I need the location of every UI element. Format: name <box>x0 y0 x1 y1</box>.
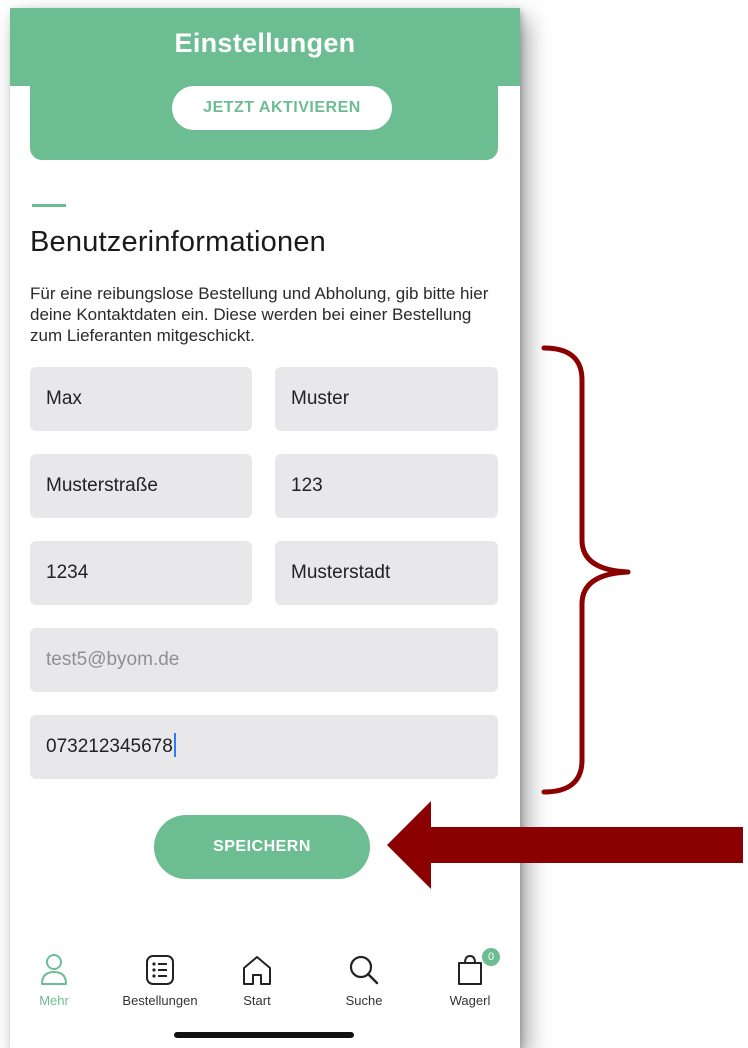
home-indicator <box>174 1032 354 1038</box>
tab-start[interactable]: Start <box>217 953 297 1023</box>
activate-button[interactable]: JETZT AKTIVIEREN <box>172 86 392 130</box>
phone-field[interactable]: 073212345678 <box>30 715 498 779</box>
tab-label-suche: Suche <box>345 993 383 1008</box>
house-number-field[interactable]: 123 <box>275 454 498 518</box>
phone-value: 073212345678 <box>46 736 173 757</box>
tab-label-start: Start <box>243 993 271 1008</box>
screenshot-stage: Einstellungen JETZT AKTIVIEREN Benutzeri… <box>0 0 748 1048</box>
promo-card: JETZT AKTIVIEREN <box>30 78 498 160</box>
city-value: Musterstadt <box>291 562 391 583</box>
person-icon <box>41 954 67 985</box>
text-cursor <box>173 732 176 757</box>
tab-wagerl[interactable]: 0 Wagerl <box>430 948 510 1023</box>
cart-count-badge: 0 <box>482 948 500 966</box>
email-field[interactable]: test5@byom.de <box>30 628 498 692</box>
section-accent-line <box>32 204 66 207</box>
annotation-arrow <box>387 801 743 889</box>
first-name-field[interactable]: Max <box>30 367 252 431</box>
home-icon <box>243 956 271 985</box>
tab-bestellungen[interactable]: Bestellungen <box>120 953 200 1023</box>
house-number-value: 123 <box>291 475 323 496</box>
list-icon <box>146 955 174 985</box>
zip-value: 1234 <box>46 562 89 583</box>
section-title: Benutzerinformationen <box>30 226 326 258</box>
tab-label-wagerl: Wagerl <box>449 993 491 1008</box>
last-name-field[interactable]: Muster <box>275 367 498 431</box>
save-button[interactable]: SPEICHERN <box>154 815 370 879</box>
first-name-value: Max <box>46 388 82 409</box>
annotation-bracket <box>541 345 631 795</box>
tab-label-mehr: Mehr <box>39 993 69 1008</box>
street-value: Musterstraße <box>46 475 158 496</box>
page-title: Einstellungen <box>174 28 356 58</box>
app-header: Einstellungen <box>10 8 520 86</box>
search-icon <box>349 955 379 985</box>
zip-field[interactable]: 1234 <box>30 541 252 605</box>
email-value: test5@byom.de <box>46 649 180 670</box>
tab-mehr[interactable]: Mehr <box>14 953 94 1023</box>
last-name-value: Muster <box>291 388 350 409</box>
city-field[interactable]: Musterstadt <box>275 541 498 605</box>
section-description: Für eine reibungslose Bestellung und Abh… <box>30 284 489 345</box>
tab-suche[interactable]: Suche <box>324 953 404 1023</box>
tab-label-bestellungen: Bestellungen <box>122 993 198 1008</box>
street-field[interactable]: Musterstraße <box>30 454 252 518</box>
